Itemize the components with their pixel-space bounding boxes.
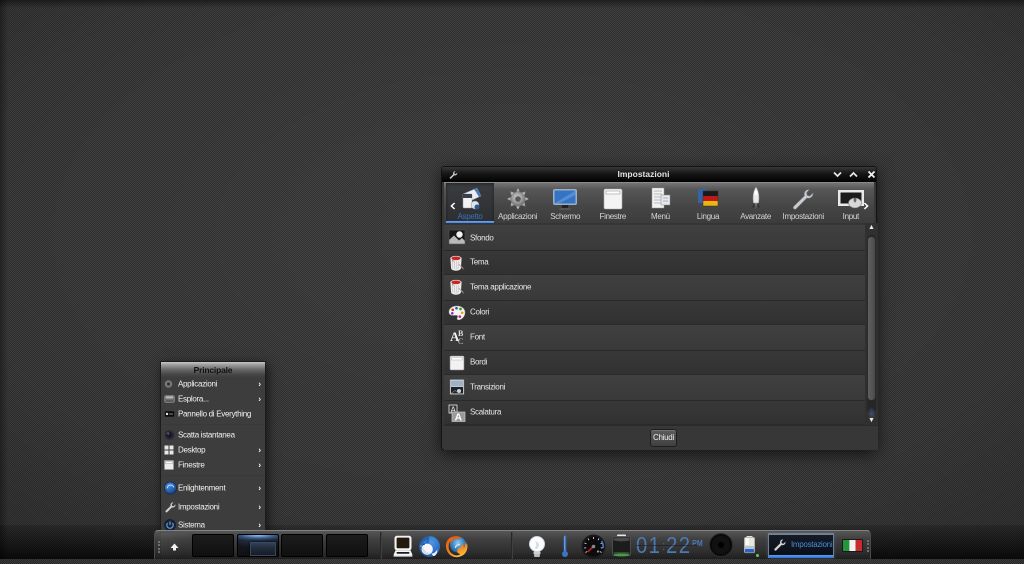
- svg-text:C: C: [458, 337, 463, 346]
- svg-text:A: A: [455, 411, 463, 422]
